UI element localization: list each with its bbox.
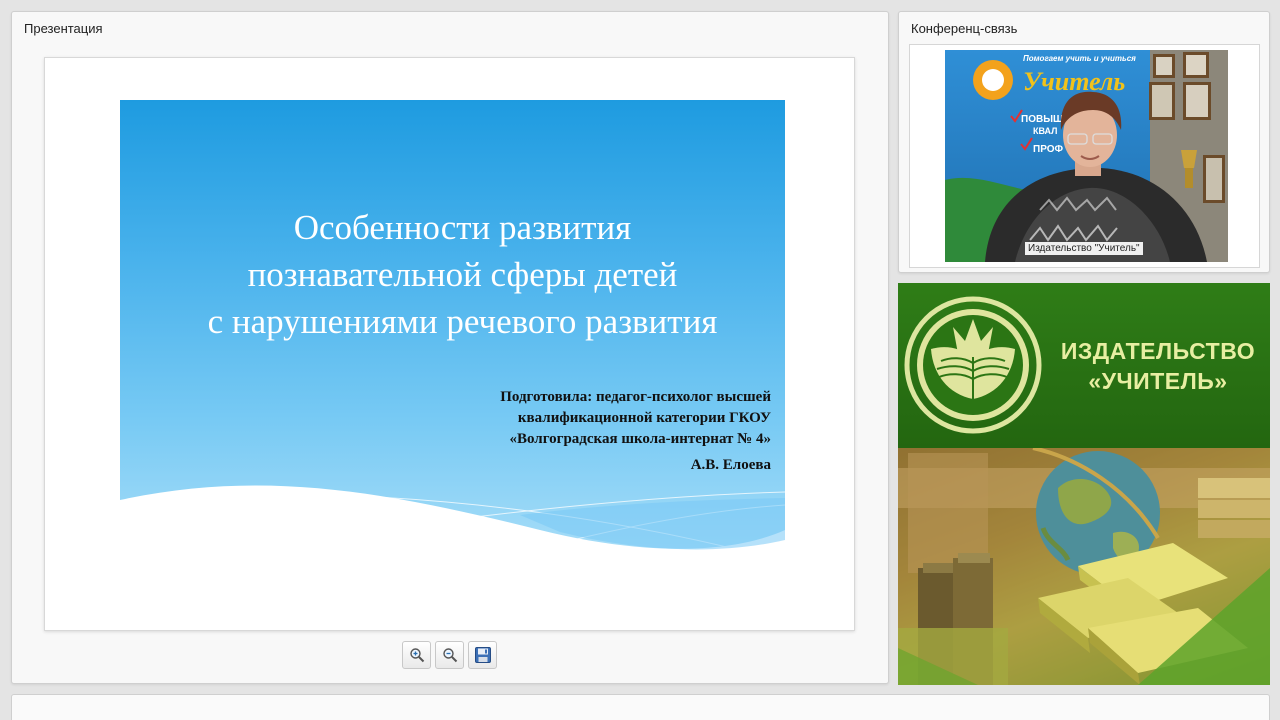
slide-title-line: Особенности развития [293,208,632,247]
bottom-panel [11,694,1270,720]
publisher-banner[interactable]: ИЗДАТЕЛЬСТВО «УЧИТЕЛЬ» [898,283,1270,685]
zoom-out-icon [442,648,457,663]
banner-name-line: ИЗДАТЕЛЬСТВО [1060,338,1256,364]
slide-author-name: А.В. Елоева [690,457,771,473]
slide-author-line: «Волгоградская школа-интернат № 4» [509,431,771,447]
slide: Особенности развития познавательной сфер… [120,100,785,560]
video-frame: Помогаем учить и учиться Учитель ПОВЫШЕ … [909,44,1260,268]
poster-line: ПРОФ [1033,144,1064,155]
zoom-out-button[interactable] [435,641,464,669]
banner-header: ИЗДАТЕЛЬСТВО «УЧИТЕЛЬ» [898,283,1270,448]
conference-panel: Конференц-связь Помогаем учить и учиться [898,11,1270,273]
poster-slogan: Помогаем учить и учиться [1023,54,1136,63]
conference-panel-title: Конференц-связь [911,21,1018,36]
poster-line: КВАЛ [1033,126,1057,136]
floppy-disk-icon [474,647,491,663]
slide-author-block: Подготовила: педагог-психолог высшей ква… [500,387,771,476]
presentation-panel: Презентация Особенности развития познава… [11,11,889,684]
banner-publisher-name: ИЗДАТЕЛЬСТВО «УЧИТЕЛЬ» [1058,336,1258,396]
zoom-in-icon [409,648,424,663]
save-button[interactable] [468,641,497,669]
presentation-panel-title: Презентация [24,21,103,36]
slide-title-line: с нарушениями речевого развития [207,302,718,341]
publisher-logo-icon [904,296,1042,434]
poster-brand: Учитель [1023,67,1125,96]
slide-author-line: Подготовила: педагог-психолог высшей [500,389,771,405]
webcam-video[interactable]: Помогаем учить и учиться Учитель ПОВЫШЕ … [945,50,1228,262]
banner-name-line: «УЧИТЕЛЬ» [1088,368,1228,394]
slide-title-line: познавательной сферы детей [247,255,678,294]
video-caption: Издательство "Учитель" [1025,242,1143,255]
zoom-in-button[interactable] [402,641,431,669]
banner-image [898,446,1270,685]
webcam-video-scene: Помогаем учить и учиться Учитель ПОВЫШЕ … [945,50,1228,262]
slide-toolbar [402,641,497,669]
slide-viewer[interactable]: Особенности развития познавательной сфер… [44,57,855,631]
books-globe-illustration [898,446,1270,685]
slide-title: Особенности развития познавательной сфер… [120,204,785,345]
slide-author-line: квалификационной категории ГКОУ [517,410,771,426]
